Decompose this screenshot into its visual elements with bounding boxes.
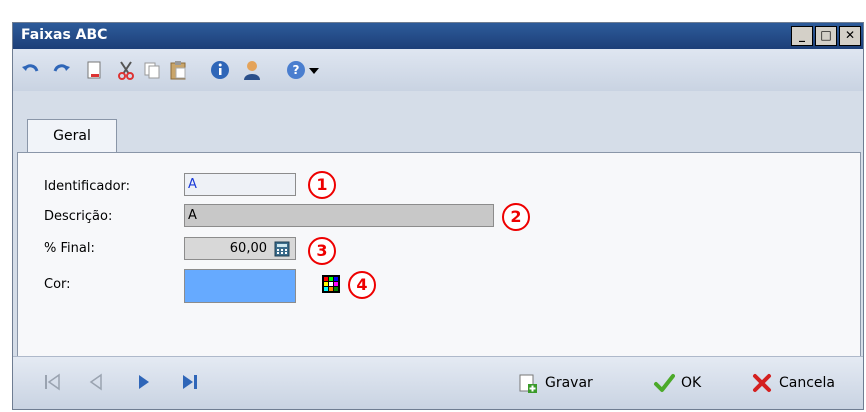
identificador-field[interactable]: A — [184, 173, 296, 196]
bottom-bar: Gravar OK Cancela — [13, 356, 863, 409]
info-icon[interactable] — [209, 59, 231, 81]
gravar-label: Gravar — [545, 375, 593, 391]
tab-geral[interactable]: Geral — [27, 119, 117, 153]
first-record-icon[interactable] — [41, 371, 63, 393]
save-document-icon — [519, 374, 537, 393]
final-label: % Final: — [44, 241, 95, 256]
user-icon[interactable] — [241, 59, 263, 81]
undo-icon[interactable] — [19, 59, 41, 81]
next-record-icon[interactable] — [133, 371, 155, 393]
toolbar: ? — [13, 49, 863, 92]
last-record-icon[interactable] — [179, 371, 201, 393]
dropdown-arrow-icon[interactable] — [307, 59, 321, 81]
descricao-label: Descrição: — [44, 209, 113, 224]
minimize-button[interactable]: _ — [791, 26, 813, 46]
form-panel: Identificador: A 1 Descrição: A 2 % Fina… — [17, 152, 861, 358]
cancela-button[interactable]: Cancela — [751, 371, 835, 395]
color-palette-icon[interactable] — [322, 275, 340, 293]
window-controls: _ □ ✕ — [791, 26, 861, 46]
title-bar[interactable]: Faixas ABC _ □ ✕ — [13, 23, 863, 49]
calculator-icon[interactable] — [274, 241, 290, 257]
cancela-label: Cancela — [779, 375, 836, 391]
help-icon[interactable]: ? — [285, 59, 307, 81]
cor-label: Cor: — [44, 277, 71, 292]
marker-4: 4 — [348, 271, 376, 299]
new-document-icon[interactable] — [83, 59, 105, 81]
marker-2: 2 — [502, 203, 530, 231]
maximize-button[interactable]: □ — [815, 26, 837, 46]
marker-1: 1 — [308, 171, 336, 199]
cut-icon[interactable] — [115, 59, 137, 81]
cor-color-field[interactable] — [184, 269, 296, 303]
final-value: 60,00 — [229, 241, 267, 256]
cancel-x-icon — [753, 374, 771, 392]
ok-label: OK — [681, 375, 702, 391]
svg-text:?: ? — [293, 63, 300, 77]
close-button[interactable]: ✕ — [839, 26, 861, 46]
ok-button[interactable]: OK — [653, 371, 701, 395]
tab-strip: Geral — [13, 91, 863, 153]
previous-record-icon[interactable] — [85, 371, 107, 393]
checkmark-icon — [654, 374, 675, 392]
redo-icon[interactable] — [51, 59, 73, 81]
descricao-field[interactable]: A — [184, 204, 494, 227]
screen: { "window": { "title": "Faixas ABC", "co… — [0, 0, 866, 412]
gravar-button[interactable]: Gravar — [517, 371, 593, 395]
faixas-abc-window: Faixas ABC _ □ ✕ ? Geral Identificador: … — [12, 22, 864, 410]
window-title: Faixas ABC — [21, 27, 108, 43]
paste-icon[interactable] — [167, 59, 189, 81]
copy-icon[interactable] — [141, 59, 163, 81]
identificador-label: Identificador: — [44, 179, 131, 194]
marker-3: 3 — [308, 237, 336, 265]
